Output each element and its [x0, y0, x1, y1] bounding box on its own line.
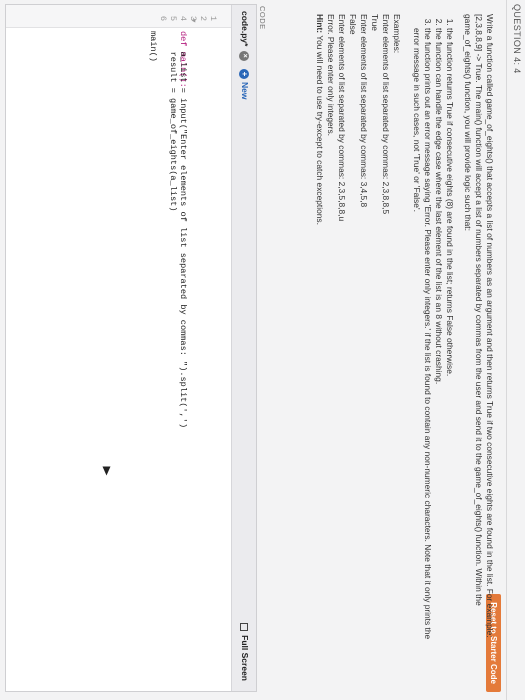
code-text[interactable]: main()	[148, 31, 158, 62]
example-line: Enter elements of list separated by comm…	[337, 14, 347, 222]
code-editor[interactable]: code.py* × + New Full Screen 1 2 ▼ def ma…	[5, 4, 257, 692]
code-line[interactable]: 5	[168, 5, 188, 691]
code-line[interactable]: 6 main()	[148, 5, 178, 691]
full-screen-button[interactable]: Full Screen	[240, 623, 250, 681]
new-label: New	[240, 82, 250, 100]
example-line: Error. Please enter only integers.	[326, 14, 336, 136]
new-file-button[interactable]: + New	[239, 69, 250, 99]
rules-list: the function returns True if consecutive…	[411, 14, 455, 654]
question-header: QUESTION 4: 4	[506, 0, 525, 700]
code-area[interactable]: 1 2 ▼ def main(): 3 a_list = input("Ente…	[148, 5, 228, 691]
question-page: QUESTION 4: 4 Reset to Starter Code Writ…	[0, 0, 525, 700]
examples-label: Examples:	[392, 14, 402, 54]
mouse-pointer-icon	[102, 466, 111, 476]
prompt-intro: Write a function called game_of_eights()…	[463, 14, 495, 638]
example-line: Enter elements of list separated by comm…	[359, 14, 369, 208]
question-title: QUESTION 4: 4	[512, 4, 522, 74]
code-section-label: CODE	[258, 6, 267, 30]
rule-item: the function can handle the edge case wh…	[433, 28, 444, 654]
full-screen-label: Full Screen	[240, 635, 250, 681]
hint: Hint: You will need to use try-except to…	[314, 14, 325, 654]
code-line[interactable]: 2 ▼ def main():	[178, 5, 218, 691]
code-line[interactable]: 4 result = game_of_eights(a_list)	[168, 5, 198, 691]
example-line: True	[370, 14, 380, 31]
file-name: code.py*	[240, 11, 250, 47]
plus-icon: +	[239, 69, 250, 79]
question-prompt: Write a function called game_of_eights()…	[314, 14, 495, 654]
rule-item: the function returns True if consecutive…	[444, 28, 455, 654]
rule-item: the function prints out an error message…	[411, 28, 433, 654]
hint-label: Hint:	[315, 14, 325, 34]
editor-toolbar: code.py* × + New Full Screen	[231, 5, 256, 691]
line-number: 6	[158, 15, 168, 21]
code-line[interactable]: 1	[208, 5, 228, 691]
file-tab[interactable]: code.py* ×	[239, 11, 250, 61]
example-line: False	[348, 14, 358, 35]
expand-icon	[240, 623, 249, 632]
examples-block: Examples: Enter elements of list separat…	[314, 14, 402, 654]
code-line[interactable]: 3 a_list = input("Enter elements of list…	[178, 5, 208, 691]
example-line: Enter elements of list separated by comm…	[381, 14, 391, 215]
hint-text: You will need to use try-except to catch…	[315, 35, 325, 225]
close-icon[interactable]: ×	[239, 50, 250, 61]
